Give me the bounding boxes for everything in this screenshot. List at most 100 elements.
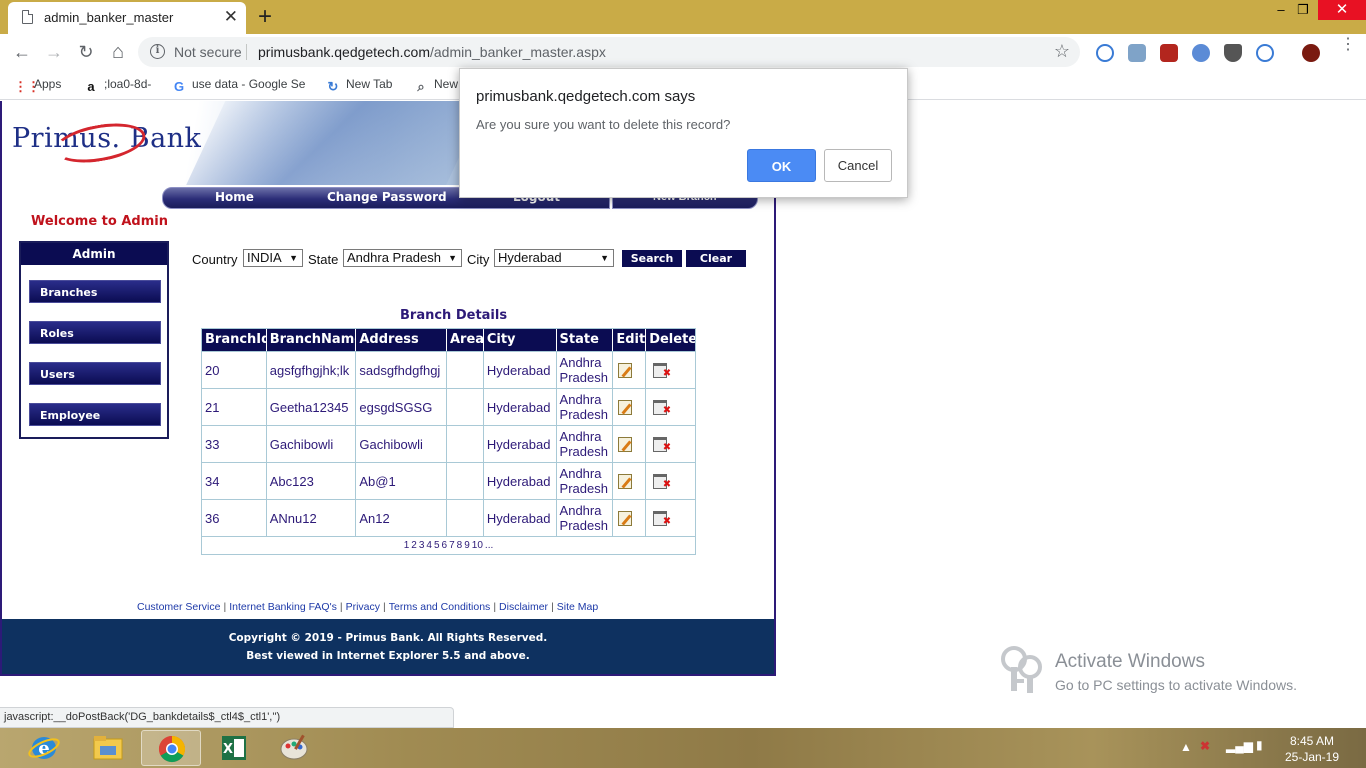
page-link-6[interactable]: 6 xyxy=(442,540,448,551)
new-tab-button[interactable]: + xyxy=(258,3,272,31)
delete-icon[interactable] xyxy=(653,362,671,381)
delete-icon[interactable] xyxy=(653,436,671,455)
page-link-2[interactable]: 2 xyxy=(411,540,417,551)
search-button[interactable]: Search xyxy=(622,250,682,267)
battery-icon[interactable]: ▮ xyxy=(1256,738,1263,768)
forward-button[interactable]: → xyxy=(42,40,66,64)
ytf-extension-icon[interactable] xyxy=(1160,44,1178,62)
bookmark-amazon[interactable]: a ;loa0-8d- xyxy=(84,77,151,94)
separator: | xyxy=(339,601,343,613)
show-hidden-icons-button[interactable]: ▲ xyxy=(1180,740,1192,768)
delete-icon[interactable] xyxy=(653,510,671,529)
dropdown-arrow-icon: ▼ xyxy=(600,253,609,263)
page-link-8[interactable]: 8 xyxy=(457,540,463,551)
state-select[interactable]: Andhra Pradesh ▼ xyxy=(343,249,462,267)
table-row: 34 Abc123 Ab@1 Hyderabad Andhra Pradesh xyxy=(202,462,695,499)
page-link-more[interactable]: ... xyxy=(485,540,493,551)
cell-name: Geetha12345 xyxy=(267,389,357,425)
bookmark-new[interactable]: ⌕ New xyxy=(414,77,458,94)
sync-icon: ↻ xyxy=(327,79,339,94)
cell-id: 21 xyxy=(202,389,267,425)
shield-extension-icon[interactable] xyxy=(1224,44,1242,62)
profile-avatar[interactable] xyxy=(1302,44,1320,62)
cell-edit xyxy=(613,426,647,462)
bookmark-new-tab[interactable]: ↻ New Tab xyxy=(326,77,393,94)
close-window-button[interactable]: ✕ xyxy=(1318,0,1366,20)
chrome-icon[interactable] xyxy=(141,730,201,766)
page-link-4[interactable]: 4 xyxy=(426,540,432,551)
paint-icon[interactable] xyxy=(264,730,324,766)
delete-icon[interactable] xyxy=(653,399,671,418)
link-terms[interactable]: Terms and Conditions xyxy=(389,601,491,613)
page-link-9[interactable]: 9 xyxy=(464,540,470,551)
link-disclaimer[interactable]: Disclaimer xyxy=(499,601,548,613)
bookmark-star-icon[interactable]: ☆ xyxy=(1054,41,1070,62)
nav-change-password[interactable]: Change Password xyxy=(327,190,447,204)
sync-extension-icon-2[interactable] xyxy=(1256,44,1274,62)
screenshot-extension-icon[interactable] xyxy=(1128,44,1146,62)
menu-kebab-icon[interactable]: ⋮ xyxy=(1340,37,1356,53)
home-button[interactable]: ⌂ xyxy=(106,40,130,64)
cell-name: Abc123 xyxy=(267,463,357,499)
system-clock[interactable]: 8:45 AM 25-Jan-19 xyxy=(1282,733,1342,765)
edit-icon[interactable] xyxy=(618,473,633,489)
page-link-10[interactable]: 10 xyxy=(472,540,483,551)
city-select[interactable]: Hyderabad ▼ xyxy=(494,249,614,267)
cell-delete xyxy=(646,463,695,499)
info-icon[interactable]: i xyxy=(150,44,165,59)
maximize-button[interactable]: ❐ xyxy=(1288,0,1318,20)
page-link-1[interactable]: 1 xyxy=(404,540,410,551)
ok-button[interactable]: OK xyxy=(747,149,816,182)
confirm-dialog: primusbank.qedgetech.com says Are you su… xyxy=(459,68,908,198)
menu-users[interactable]: Users xyxy=(29,362,161,385)
cell-city: Hyderabad xyxy=(484,352,557,388)
admin-menu: Admin Branches Roles Users Employee xyxy=(19,241,169,439)
menu-branches[interactable]: Branches xyxy=(29,280,161,303)
file-explorer-icon[interactable] xyxy=(78,730,138,766)
link-customer-service[interactable]: Customer Service xyxy=(137,601,220,613)
edit-icon[interactable] xyxy=(618,362,633,378)
network-signal-icon[interactable]: ▂▄▆ xyxy=(1226,739,1253,768)
link-faq[interactable]: Internet Banking FAQ's xyxy=(229,601,337,613)
country-select[interactable]: INDIA ▼ xyxy=(243,249,303,267)
menu-employee[interactable]: Employee xyxy=(29,403,161,426)
sync-extension-icon[interactable] xyxy=(1096,44,1114,62)
search-icon: ⌕ xyxy=(417,79,425,94)
table-row: 36 ANnu12 An12 Hyderabad Andhra Pradesh xyxy=(202,499,695,536)
country-value: INDIA xyxy=(247,250,282,265)
cell-area xyxy=(447,352,484,388)
footer-links: Customer Service | Internet Banking FAQ's |… xyxy=(137,601,598,613)
excel-icon[interactable]: X xyxy=(204,730,264,766)
address-bar[interactable]: i Not secure primusbank.qedgetech.com/ad… xyxy=(138,37,1080,67)
delete-icon[interactable] xyxy=(653,473,671,492)
link-site-map[interactable]: Site Map xyxy=(557,601,598,613)
browser-tab[interactable]: admin_banker_master ✕ xyxy=(8,2,246,34)
url-path: /admin_banker_master.aspx xyxy=(430,44,606,60)
col-city: City xyxy=(484,329,557,351)
tab-close-icon[interactable]: ✕ xyxy=(224,7,238,27)
action-center-icon[interactable]: ✖ xyxy=(1200,739,1210,768)
col-branchid: BranchId xyxy=(202,329,267,351)
reload-button[interactable]: ↻ xyxy=(74,40,98,64)
browser-toolbar: ← → ↻ ⌂ i Not secure primusbank.qedgetec… xyxy=(0,34,1366,70)
page-link-7[interactable]: 7 xyxy=(449,540,455,551)
bookmark-apps[interactable]: ⋮⋮Apps xyxy=(14,77,61,94)
internet-explorer-icon[interactable]: e xyxy=(14,730,74,766)
page-link-5[interactable]: 5 xyxy=(434,540,440,551)
url-text[interactable]: primusbank.qedgetech.com/admin_banker_ma… xyxy=(258,44,606,60)
city-value: Hyderabad xyxy=(498,250,562,265)
bookmark-google[interactable]: Guse data - Google Se xyxy=(172,77,305,94)
link-privacy[interactable]: Privacy xyxy=(346,601,380,613)
page-link-3[interactable]: 3 xyxy=(419,540,425,551)
clear-button[interactable]: Clear xyxy=(686,250,746,267)
edit-icon[interactable] xyxy=(618,399,633,415)
cell-delete xyxy=(646,426,695,462)
cell-address: egsgdSGSG xyxy=(356,389,447,425)
edit-icon[interactable] xyxy=(618,510,633,526)
menu-roles[interactable]: Roles xyxy=(29,321,161,344)
edit-icon[interactable] xyxy=(618,436,633,452)
nav-home[interactable]: Home xyxy=(215,190,254,204)
globe-extension-icon[interactable] xyxy=(1192,44,1210,62)
cancel-button[interactable]: Cancel xyxy=(824,149,892,182)
back-button[interactable]: ← xyxy=(10,40,34,64)
